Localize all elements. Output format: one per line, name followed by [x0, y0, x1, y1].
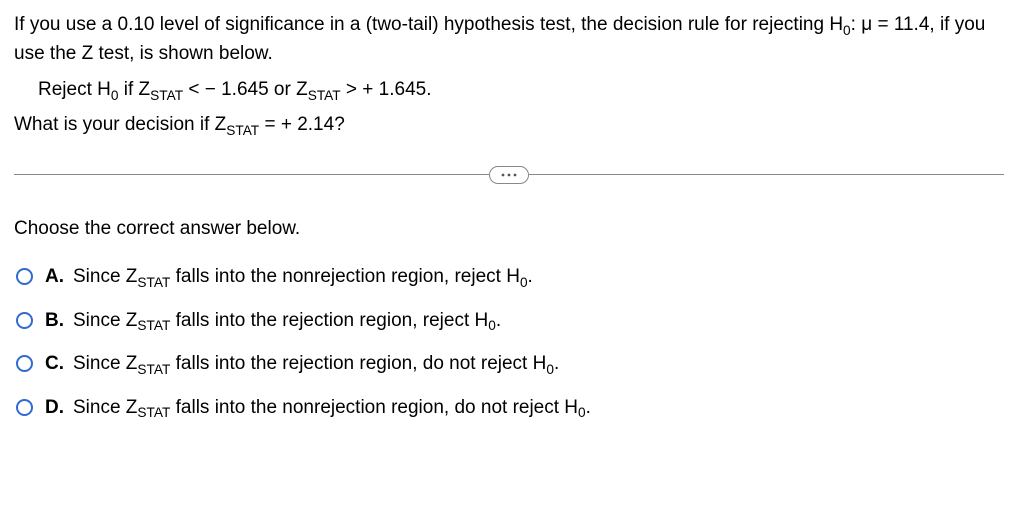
text: .: [496, 310, 501, 331]
text: level of significance in a (two-tail) hy…: [155, 14, 844, 35]
mu-value: 11.4: [894, 14, 930, 35]
text: ?: [334, 114, 345, 135]
text: > +: [341, 79, 379, 100]
text: if Z: [118, 79, 150, 100]
critical-value: 1.645: [221, 79, 269, 100]
divider-line: [14, 174, 489, 175]
subscript-zero: 0: [546, 362, 554, 377]
subscript-stat: STAT: [226, 123, 259, 138]
text: falls into the rejection region, reject …: [170, 310, 488, 331]
text: Reject H: [38, 79, 111, 100]
section-divider: [14, 166, 1004, 184]
text: or Z: [269, 79, 308, 100]
option-letter: C.: [45, 349, 65, 378]
zstat-value: 2.14: [297, 114, 334, 135]
text: falls into the rejection region, do not …: [170, 353, 546, 374]
subscript-stat: STAT: [150, 88, 183, 103]
text: .: [528, 266, 533, 287]
subscript-stat: STAT: [137, 405, 170, 420]
alpha-value: 0.10: [118, 14, 155, 35]
text: Since Z: [73, 266, 137, 287]
question-zstat: What is your decision if ZSTAT = + 2.14?: [14, 110, 1004, 139]
text: = +: [259, 114, 297, 135]
subscript-stat: STAT: [137, 318, 170, 333]
text: : μ =: [851, 14, 894, 35]
subscript-stat: STAT: [137, 275, 170, 290]
option-text: Since ZSTAT falls into the rejection reg…: [73, 349, 559, 378]
option-b[interactable]: B. Since ZSTAT falls into the rejection …: [14, 306, 1004, 335]
divider-line: [529, 174, 1004, 175]
answer-options: A. Since ZSTAT falls into the nonrejecti…: [14, 262, 1004, 422]
text: .: [426, 79, 431, 100]
expand-button[interactable]: [489, 166, 529, 184]
radio-d[interactable]: [16, 399, 33, 416]
critical-value: 1.645: [379, 79, 427, 100]
option-a[interactable]: A. Since ZSTAT falls into the nonrejecti…: [14, 262, 1004, 291]
subscript-zero: 0: [578, 405, 586, 420]
radio-b[interactable]: [16, 312, 33, 329]
option-text: Since ZSTAT falls into the nonrejection …: [73, 262, 533, 291]
text: .: [586, 397, 591, 418]
answer-prompt: Choose the correct answer below.: [14, 214, 1004, 243]
option-letter: A.: [45, 262, 65, 291]
subscript-zero: 0: [520, 275, 528, 290]
subscript-zero: 0: [488, 318, 496, 333]
option-text: Since ZSTAT falls into the nonrejection …: [73, 393, 591, 422]
radio-a[interactable]: [16, 268, 33, 285]
radio-c[interactable]: [16, 355, 33, 372]
option-letter: D.: [45, 393, 65, 422]
text: falls into the nonrejection region, reje…: [170, 266, 520, 287]
question-intro: If you use a 0.10 level of significance …: [14, 10, 1004, 69]
text: Since Z: [73, 353, 137, 374]
text: Since Z: [73, 310, 137, 331]
text: Since Z: [73, 397, 137, 418]
option-d[interactable]: D. Since ZSTAT falls into the nonrejecti…: [14, 393, 1004, 422]
text: < −: [183, 79, 221, 100]
text: What is your decision if Z: [14, 114, 226, 135]
text: .: [554, 353, 559, 374]
subscript-zero: 0: [111, 88, 119, 103]
text: falls into the nonrejection region, do n…: [170, 397, 578, 418]
option-c[interactable]: C. Since ZSTAT falls into the rejection …: [14, 349, 1004, 378]
subscript-stat: STAT: [137, 362, 170, 377]
subscript-stat: STAT: [308, 88, 341, 103]
ellipsis-icon: [500, 172, 518, 178]
text: If you use a: [14, 14, 118, 35]
question-stem: If you use a 0.10 level of significance …: [14, 10, 1004, 140]
option-text: Since ZSTAT falls into the rejection reg…: [73, 306, 501, 335]
option-letter: B.: [45, 306, 65, 335]
subscript-zero: 0: [843, 23, 851, 38]
decision-rule: Reject H0 if ZSTAT < − 1.645 or ZSTAT > …: [14, 75, 1004, 104]
